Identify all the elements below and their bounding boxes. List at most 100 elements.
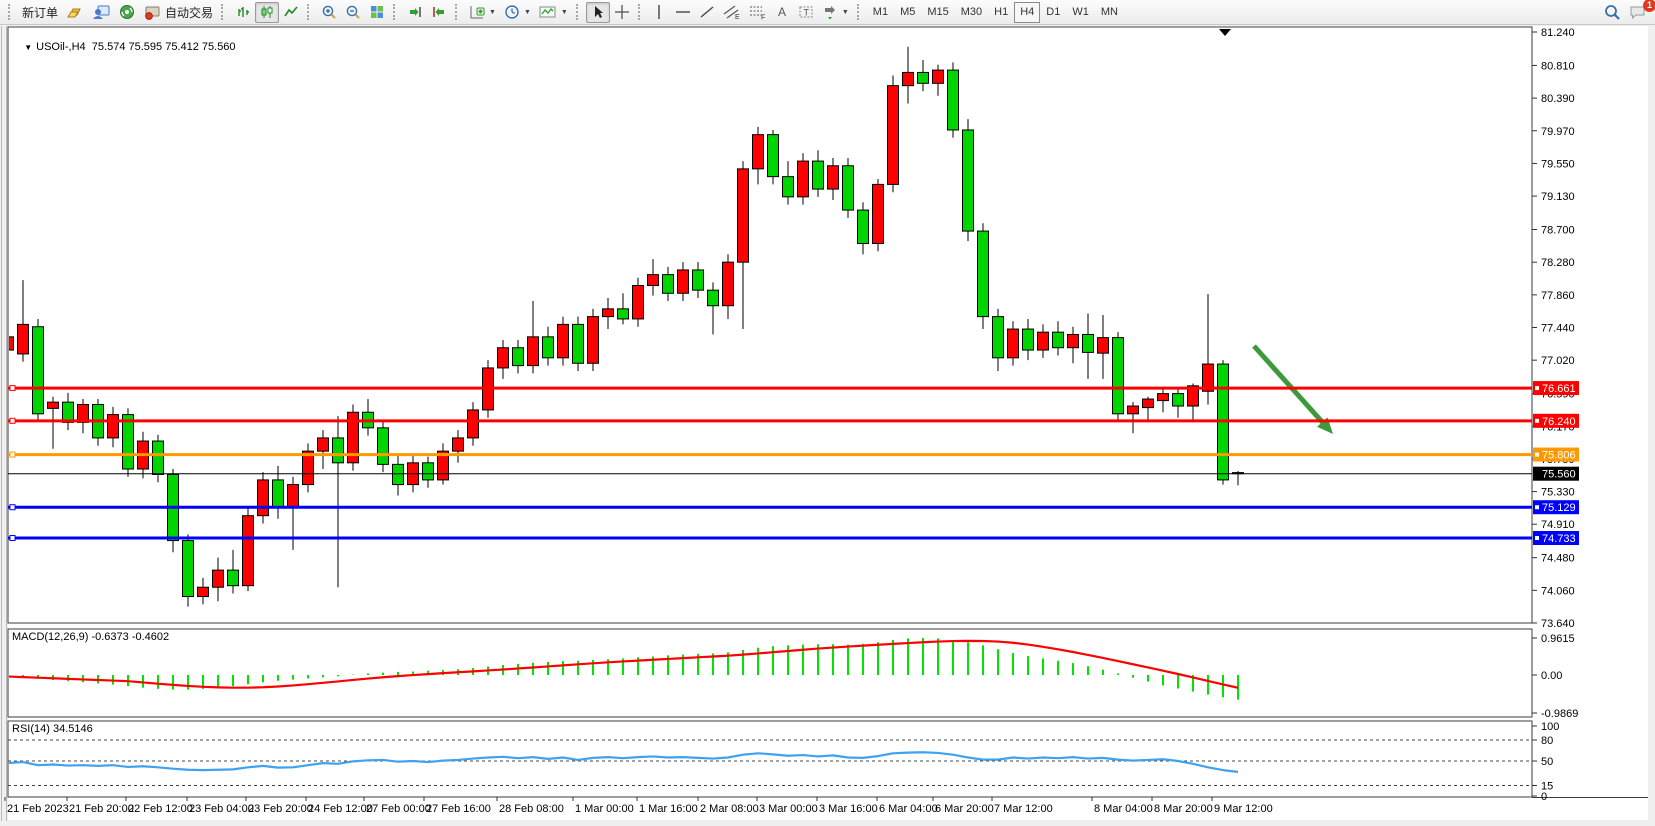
new-order-label: 新订单: [22, 4, 58, 21]
search-icon[interactable]: [1599, 2, 1625, 23]
zoom-out-icon[interactable]: [341, 2, 365, 23]
user-terminal-icon[interactable]: [88, 2, 114, 23]
line-handle[interactable]: [10, 418, 15, 423]
candle-up: [753, 135, 764, 169]
line-handle[interactable]: [10, 505, 15, 510]
chart-canvas[interactable]: 81.24080.81080.39079.97079.55079.13078.7…: [0, 0, 1655, 826]
candle-up: [1128, 406, 1139, 414]
candle-down: [963, 130, 974, 231]
candle-up: [1008, 329, 1019, 358]
price-axis[interactable]: [1532, 27, 1652, 797]
horizontal-line-tool-icon[interactable]: [671, 2, 695, 23]
line-handle[interactable]: [10, 386, 15, 391]
timeframe-d1[interactable]: D1: [1040, 2, 1066, 23]
candle-up: [648, 275, 659, 286]
candle-down: [693, 270, 704, 290]
candle-up: [558, 324, 569, 357]
candle-down: [918, 72, 929, 83]
main-toolbar: 新订单 自动交易: [0, 0, 1655, 25]
candle-down: [1023, 329, 1034, 350]
arrows-tool-button[interactable]: ▼: [818, 2, 853, 23]
candle-up: [48, 402, 59, 408]
vertical-line-tool-icon[interactable]: [648, 2, 671, 23]
candle-down: [423, 463, 434, 480]
add-indicator-button[interactable]: ▼: [465, 2, 500, 23]
bar-chart-icon[interactable]: [231, 2, 255, 23]
candle-up: [873, 184, 884, 243]
candle-down: [573, 324, 584, 363]
toolbar-grip: [393, 4, 399, 20]
candle-down: [183, 541, 194, 597]
crosshair-tool-icon[interactable]: [610, 2, 634, 23]
candle-up: [528, 337, 539, 366]
text-label-tool-icon[interactable]: T: [794, 2, 818, 23]
chart-ohlc-values: 75.574 75.595 75.412 75.560: [92, 41, 236, 53]
candle-up: [903, 72, 914, 85]
cursor-tool-icon[interactable]: [586, 2, 610, 23]
timeframe-m30[interactable]: M30: [955, 2, 988, 23]
candle-down: [618, 309, 629, 319]
auto-trading-button[interactable]: 自动交易: [140, 2, 217, 23]
tile-windows-icon[interactable]: [365, 2, 389, 23]
auto-scroll-icon[interactable]: [403, 2, 427, 23]
new-order-button[interactable]: 新订单: [18, 2, 62, 23]
line-handle[interactable]: [10, 452, 15, 457]
window-splitter[interactable]: [1, 26, 7, 821]
fibonacci-tool-icon[interactable]: F: [745, 2, 771, 23]
timeframe-mn[interactable]: MN: [1095, 2, 1124, 23]
candle-down: [948, 70, 959, 130]
trendline-tool-icon[interactable]: [695, 2, 719, 23]
candle-up: [498, 348, 509, 368]
template-button[interactable]: ▼: [535, 2, 572, 23]
candle-down: [663, 275, 674, 294]
macd-indicator-label: MACD(12,26,9) -0.6373 -0.4602: [12, 631, 169, 643]
timeframe-m15[interactable]: M15: [921, 2, 954, 23]
candle-up: [108, 415, 119, 438]
zoom-in-icon[interactable]: [317, 2, 341, 23]
candle-up: [828, 166, 839, 189]
toolbar-grip: [857, 4, 863, 20]
candle-down: [768, 135, 779, 177]
chart-shift-icon[interactable]: [427, 2, 451, 23]
equidistant-channel-tool-icon[interactable]: E: [719, 2, 745, 23]
candle-up: [1038, 332, 1049, 350]
toolbar-grip: [576, 4, 582, 20]
candle-down: [993, 317, 1004, 358]
timeframe-m1[interactable]: M1: [867, 2, 894, 23]
line-handle[interactable]: [10, 536, 15, 541]
candle-up: [1143, 399, 1154, 408]
candle-down: [813, 161, 824, 189]
timeframe-h4[interactable]: H4: [1014, 2, 1040, 23]
timeframe-h1[interactable]: H1: [988, 2, 1014, 23]
candle-down: [843, 166, 854, 210]
candle-up: [1068, 334, 1079, 347]
candle-down: [123, 415, 134, 469]
broadcast-signal-icon[interactable]: [114, 2, 140, 23]
time-axis[interactable]: [8, 797, 1648, 820]
chart-symbol-period: USOil-,H4: [36, 41, 86, 53]
chart-menu-icon[interactable]: ▼: [24, 43, 32, 52]
chart-background: [8, 26, 1648, 820]
timeframe-w1[interactable]: W1: [1066, 2, 1095, 23]
toolbar-grip: [638, 4, 644, 20]
candle-down: [513, 348, 524, 366]
candle-up: [588, 317, 599, 364]
dropdown-caret-icon: ▼: [561, 9, 568, 16]
trading-terminal-window: 新订单 自动交易: [0, 0, 1655, 826]
text-tool-icon[interactable]: A: [771, 2, 794, 23]
candle-down: [378, 428, 389, 465]
candle-up: [603, 309, 614, 317]
candlestick-chart-icon[interactable]: [255, 2, 279, 23]
candle-down: [1113, 338, 1124, 414]
period-clock-button[interactable]: ▼: [500, 2, 535, 23]
candle-up: [1098, 338, 1109, 354]
line-chart-icon[interactable]: [279, 2, 303, 23]
candle-down: [33, 327, 44, 414]
candle-down: [978, 231, 989, 317]
timeframe-m5[interactable]: M5: [894, 2, 921, 23]
candle-down: [1083, 334, 1094, 352]
candle-up: [198, 587, 209, 596]
gold-ingot-icon[interactable]: [62, 2, 88, 23]
dropdown-caret-icon: ▼: [489, 9, 496, 16]
chat-icon[interactable]: 1: [1625, 2, 1651, 23]
